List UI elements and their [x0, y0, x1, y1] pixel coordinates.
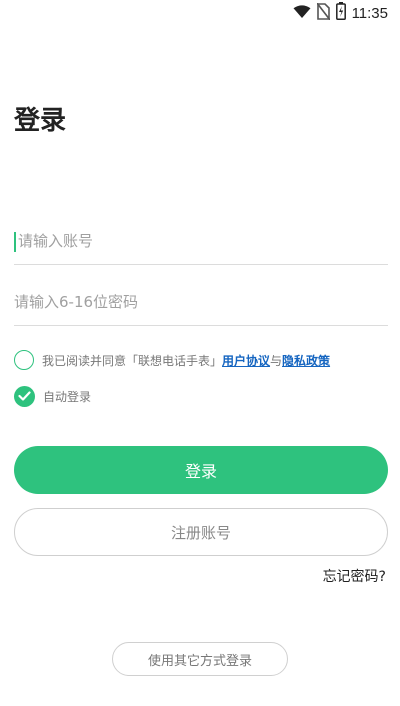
auto-login-row[interactable]: 自动登录 — [14, 383, 91, 409]
user-agreement-link[interactable]: 用户协议 — [222, 352, 270, 369]
battery-charging-icon — [335, 2, 346, 24]
privacy-policy-link[interactable]: 隐私政策 — [282, 352, 330, 369]
page-title: 登录 — [14, 106, 67, 136]
status-icons: 11:35 — [293, 2, 388, 24]
wifi-icon — [293, 4, 311, 23]
password-field[interactable] — [14, 279, 388, 326]
forgot-password-link[interactable]: 忘记密码? — [323, 566, 386, 586]
agreement-text: 我已阅读并同意「联想电话手表」 — [42, 353, 223, 368]
login-button[interactable]: 登录 — [14, 446, 388, 494]
agreement-row: 我已阅读并同意「联想电话手表」 用户协议 与 隐私政策 — [14, 347, 330, 373]
status-time: 11:35 — [351, 4, 388, 22]
account-field[interactable] — [14, 218, 392, 265]
text-cursor — [14, 232, 16, 252]
status-bar: 11:35 — [0, 0, 400, 26]
auto-login-checkbox[interactable] — [14, 385, 35, 407]
password-input[interactable] — [14, 279, 388, 325]
check-icon — [18, 391, 31, 401]
agreement-checkbox[interactable] — [14, 350, 34, 370]
register-button[interactable]: 注册账号 — [14, 508, 388, 556]
other-login-button[interactable]: 使用其它方式登录 — [112, 642, 288, 676]
account-input[interactable] — [14, 218, 392, 264]
no-sim-icon — [315, 2, 331, 24]
agreement-joiner: 与 — [270, 353, 283, 368]
auto-login-label: 自动登录 — [43, 389, 92, 404]
